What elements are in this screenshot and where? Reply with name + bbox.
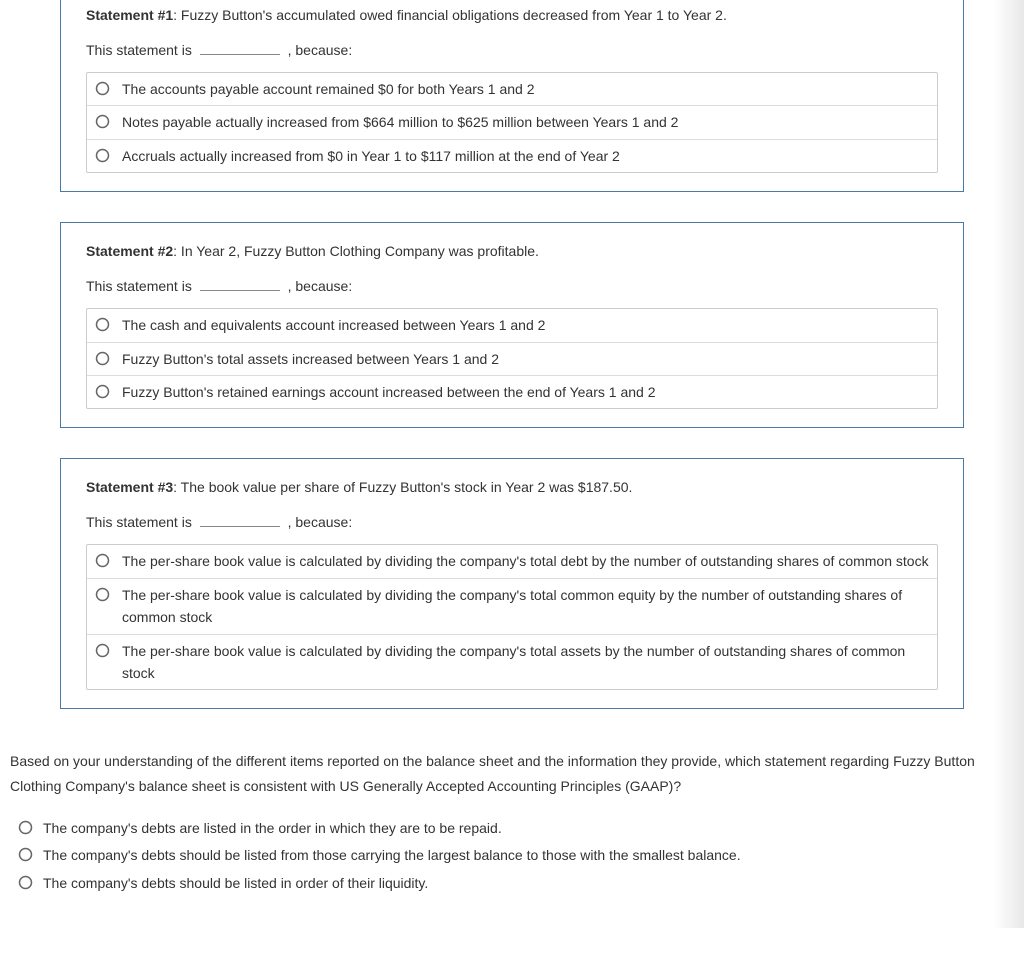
option-text: The company's debts should be listed fro… [43,844,1014,868]
statement-label: Statement #1 [86,7,173,23]
radio-icon[interactable] [95,553,110,568]
radio-icon[interactable] [95,148,110,163]
radio-icon[interactable] [95,384,110,399]
statement-box-1: Statement #1: Fuzzy Button's accumulated… [60,0,964,192]
statement-text: : Fuzzy Button's accumulated owed financ… [173,7,727,23]
option-row[interactable]: The per-share book value is calculated b… [87,635,937,690]
gaap-options: The company's debts are listed in the or… [0,810,1024,908]
option-row[interactable]: Accruals actually increased from $0 in Y… [87,140,937,172]
options-list-3: The per-share book value is calculated b… [86,544,938,690]
prompt-suffix: , because: [288,278,353,294]
statement-label: Statement #2 [86,243,173,259]
option-text: Notes payable actually increased from $6… [122,111,929,133]
prompt-suffix: , because: [288,514,353,530]
statement-header-2: Statement #2: In Year 2, Fuzzy Button Cl… [86,241,938,262]
statement-label: Statement #3 [86,479,173,495]
option-text: Fuzzy Button's retained earnings account… [122,381,929,403]
option-text: The company's debts are listed in the or… [43,817,1014,841]
radio-icon[interactable] [95,643,110,658]
prompt-prefix: This statement is [86,42,192,58]
option-text: The per-share book value is calculated b… [122,584,929,629]
option-row[interactable]: The accounts payable account remained $0… [87,73,937,106]
option-row[interactable]: Notes payable actually increased from $6… [87,106,937,139]
gaap-question: Based on your understanding of the diffe… [0,739,1024,809]
option-text: The company's debts should be listed in … [43,872,1014,896]
option-row[interactable]: The cash and equivalents account increas… [87,309,937,342]
prompt-line-3: This statement is , because: [86,514,938,530]
option-row[interactable]: The company's debts should be listed fro… [18,842,1014,870]
radio-icon[interactable] [95,587,110,602]
statement-box-2: Statement #2: In Year 2, Fuzzy Button Cl… [60,222,964,428]
radio-icon[interactable] [95,114,110,129]
radio-icon[interactable] [95,81,110,96]
statement-box-3: Statement #3: The book value per share o… [60,458,964,709]
option-row[interactable]: The company's debts are listed in the or… [18,815,1014,843]
blank-input[interactable] [200,290,280,291]
statement-text: : The book value per share of Fuzzy Butt… [173,479,632,495]
option-row[interactable]: The company's debts should be listed in … [18,870,1014,898]
radio-icon[interactable] [18,847,33,862]
option-row[interactable]: The per-share book value is calculated b… [87,579,937,635]
blank-input[interactable] [200,526,280,527]
blank-input[interactable] [200,54,280,55]
prompt-prefix: This statement is [86,278,192,294]
options-list-2: The cash and equivalents account increas… [86,308,938,409]
option-row[interactable]: The per-share book value is calculated b… [87,545,937,578]
prompt-line-2: This statement is , because: [86,278,938,294]
option-row[interactable]: Fuzzy Button's total assets increased be… [87,343,937,376]
radio-icon[interactable] [18,875,33,890]
option-text: The per-share book value is calculated b… [122,550,929,572]
radio-icon[interactable] [95,317,110,332]
option-text: The accounts payable account remained $0… [122,78,929,100]
options-list-1: The accounts payable account remained $0… [86,72,938,173]
option-text: The per-share book value is calculated b… [122,640,929,685]
statement-header-1: Statement #1: Fuzzy Button's accumulated… [86,5,938,26]
radio-icon[interactable] [95,351,110,366]
option-row[interactable]: Fuzzy Button's retained earnings account… [87,376,937,408]
prompt-suffix: , because: [288,42,353,58]
option-text: The cash and equivalents account increas… [122,314,929,336]
radio-icon[interactable] [18,820,33,835]
statement-header-3: Statement #3: The book value per share o… [86,477,938,498]
option-text: Fuzzy Button's total assets increased be… [122,348,929,370]
prompt-line-1: This statement is , because: [86,42,938,58]
option-text: Accruals actually increased from $0 in Y… [122,145,929,167]
statement-text: : In Year 2, Fuzzy Button Clothing Compa… [173,243,539,259]
prompt-prefix: This statement is [86,514,192,530]
